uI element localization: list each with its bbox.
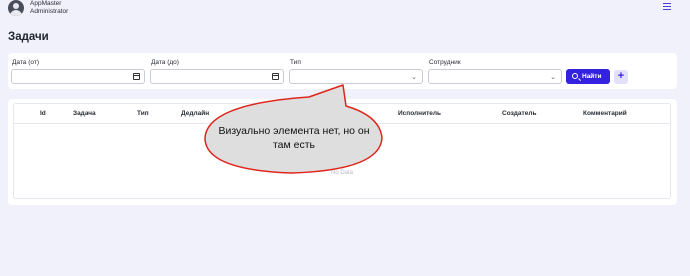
calendar-icon[interactable] (272, 73, 279, 80)
type-label: Тип (290, 59, 301, 66)
date-to-label: Дата (до) (151, 59, 179, 66)
column-header-assignee[interactable]: Исполнитель (398, 110, 441, 117)
avatar-body (10, 10, 22, 16)
page-title: Задачи (8, 31, 49, 43)
chevron-down-icon: ⌄ (550, 74, 556, 81)
add-task-button[interactable]: + (614, 70, 628, 84)
user-role: Administrator (30, 8, 69, 15)
avatar[interactable] (8, 0, 24, 16)
date-from-label: Дата (от) (12, 59, 39, 66)
filter-panel: Дата (от) Дата (до) Тип ⌄ Сотрудник ⌄ На… (8, 53, 677, 89)
employee-label: Сотрудник (429, 59, 461, 66)
column-header-deadline[interactable]: Дедлайн (181, 110, 209, 117)
column-header-task[interactable]: Задача (73, 110, 96, 117)
date-from-input[interactable] (11, 69, 145, 84)
type-select[interactable]: ⌄ (289, 69, 423, 84)
avatar-head (13, 3, 19, 9)
employee-select[interactable]: ⌄ (428, 69, 562, 84)
column-header-id[interactable]: Id (40, 110, 46, 117)
column-header-creator[interactable]: Создатель (502, 110, 536, 117)
annotation-text: Визуально элемента нет, но он там есть (218, 125, 370, 151)
find-button[interactable]: Найти (566, 69, 610, 84)
empty-table-text: No Data (331, 170, 354, 176)
user-name: AppMaster (30, 0, 62, 7)
column-header-comment[interactable]: Комментарий (583, 110, 627, 117)
find-button-label: Найти (582, 73, 602, 80)
hamburger-menu-icon[interactable] (663, 3, 671, 11)
column-header-type[interactable]: Тип (137, 110, 149, 117)
top-bar: AppMaster Administrator (0, 0, 690, 18)
calendar-icon[interactable] (133, 73, 140, 80)
table-header: Id Задача Тип Дедлайн Исполнитель Создат… (14, 104, 670, 124)
search-icon (572, 73, 578, 79)
date-to-input[interactable] (150, 69, 284, 84)
tasks-table-card: Id Задача Тип Дедлайн Исполнитель Создат… (8, 99, 677, 205)
chevron-down-icon: ⌄ (411, 74, 417, 81)
